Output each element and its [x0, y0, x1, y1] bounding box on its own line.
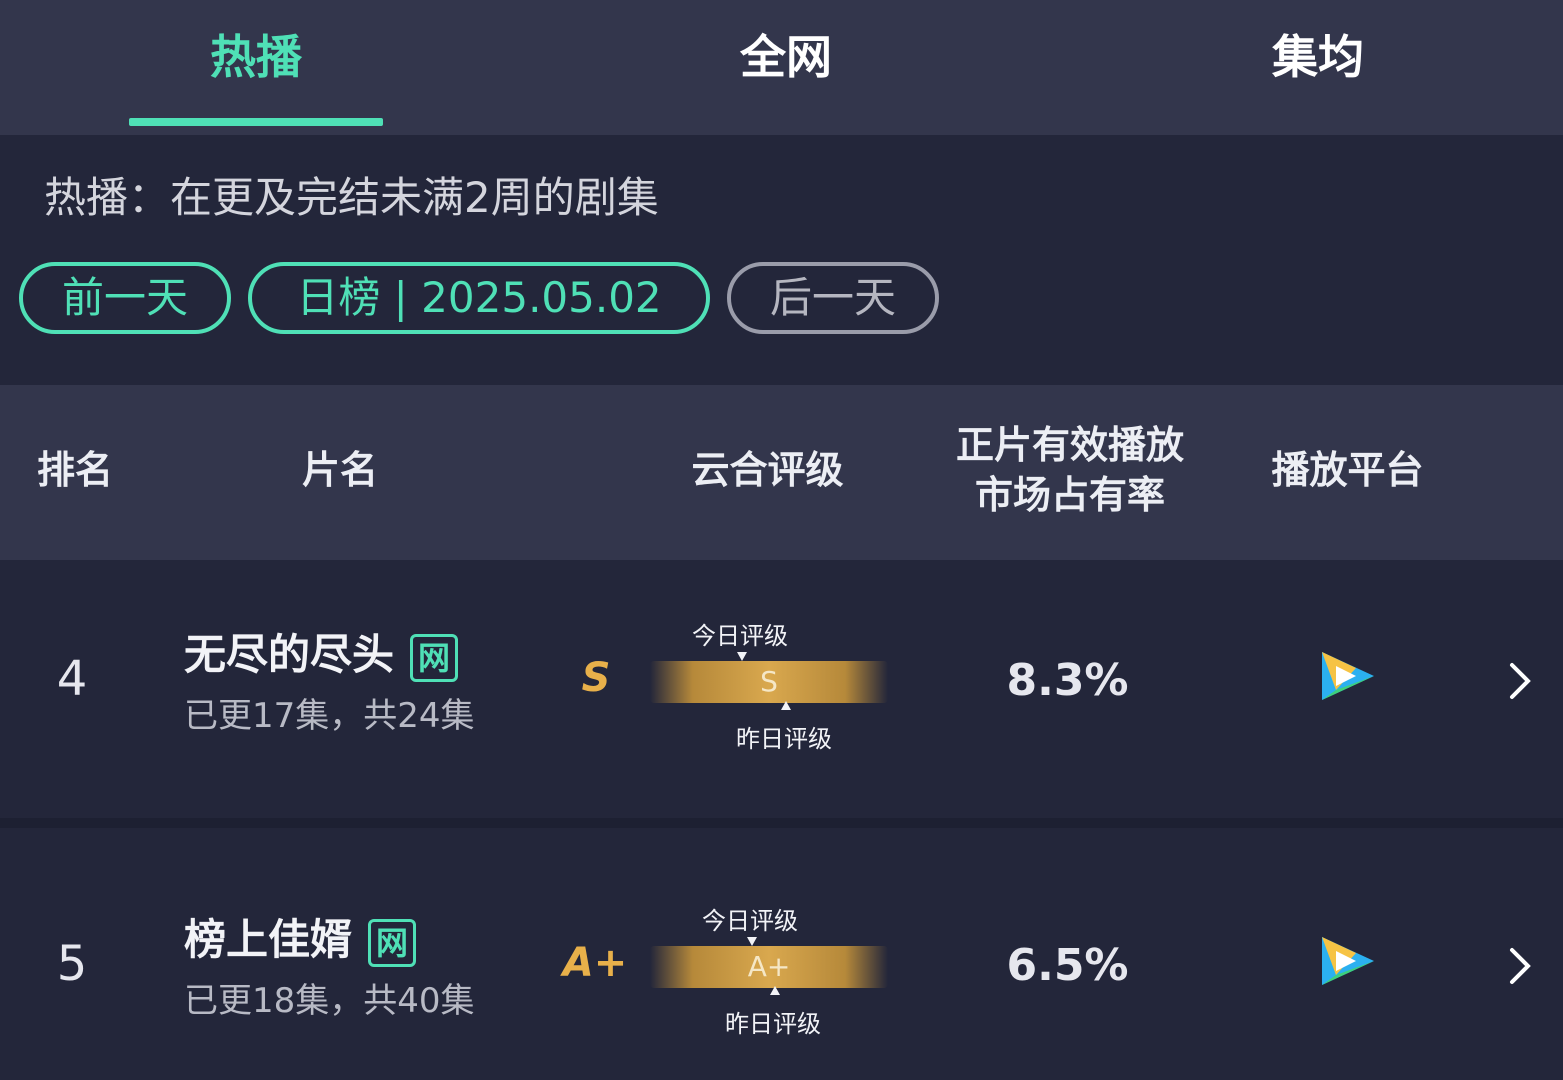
- today-marker-icon: [747, 937, 757, 946]
- market-share-value: 6.5%: [1006, 940, 1129, 991]
- grade-bar: S: [650, 661, 888, 703]
- tab-episode-average[interactable]: 集均: [1188, 22, 1448, 92]
- episode-count: 已更18集，共40集: [184, 981, 475, 1021]
- chevron-right-icon[interactable]: [1504, 946, 1534, 986]
- row-divider: [0, 818, 1563, 828]
- yesterday-grade-label: 昨日评级: [736, 725, 832, 753]
- tab-hot[interactable]: 热播: [126, 22, 386, 92]
- rank-number: 5: [56, 936, 88, 992]
- today-marker-icon: [737, 652, 747, 661]
- show-title-text: 榜上佳婿: [184, 915, 353, 964]
- grade-value: S: [581, 655, 611, 701]
- active-tab-indicator: [129, 118, 383, 126]
- grade-bar-label: A+: [747, 950, 791, 983]
- today-grade-label: 今日评级: [692, 622, 788, 650]
- prev-day-button[interactable]: 前一天: [19, 262, 231, 334]
- header-rating: 云合评级: [691, 448, 844, 492]
- tab-all-network[interactable]: 全网: [656, 22, 916, 92]
- episode-count: 已更17集，共24集: [184, 696, 475, 736]
- today-grade-label: 今日评级: [702, 907, 798, 935]
- header-share-line2: 市场占有率: [974, 473, 1165, 517]
- date-selector-button[interactable]: 日榜 | 2025.05.02: [248, 262, 710, 334]
- table-header: 排名 片名 云合评级 正片有效播放 市场占有率 播放平台: [0, 385, 1563, 560]
- header-platform: 播放平台: [1271, 448, 1424, 492]
- yesterday-marker-icon: [770, 986, 780, 995]
- header-title: 片名: [301, 448, 378, 492]
- web-series-badge: 网: [368, 918, 417, 967]
- chevron-right-icon[interactable]: [1504, 661, 1534, 701]
- web-series-badge: 网: [410, 633, 459, 682]
- tencent-video-icon[interactable]: [1316, 933, 1378, 989]
- show-title: 榜上佳婿网: [184, 906, 417, 967]
- header-share-line1: 正片有效播放: [955, 423, 1184, 467]
- header-rank: 排名: [36, 448, 113, 492]
- show-title-text: 无尽的尽头: [184, 630, 395, 679]
- next-day-button[interactable]: 后一天: [727, 262, 939, 334]
- show-title: 无尽的尽头网: [184, 621, 459, 682]
- yesterday-grade-label: 昨日评级: [725, 1010, 821, 1038]
- grade-bar-label: S: [760, 665, 778, 698]
- yesterday-marker-icon: [781, 701, 791, 710]
- rank-number: 4: [56, 651, 88, 707]
- grade-bar: A+: [650, 946, 888, 988]
- market-share-value: 8.3%: [1006, 655, 1129, 706]
- table-row[interactable]: 5 榜上佳婿网 已更18集，共40集 A+ 今日评级 A+ 昨日评级 6.5%: [0, 828, 1563, 1080]
- tencent-video-icon[interactable]: [1316, 648, 1378, 704]
- grade-value: A+: [562, 940, 628, 986]
- list-description: 热播：在更及完结未满2周的剧集: [44, 173, 659, 222]
- top-tab-bar: 热播 全网 集均: [0, 0, 1563, 135]
- table-row[interactable]: 4 无尽的尽头网 已更17集，共24集 S 今日评级 S 昨日评级 8.3%: [0, 563, 1563, 821]
